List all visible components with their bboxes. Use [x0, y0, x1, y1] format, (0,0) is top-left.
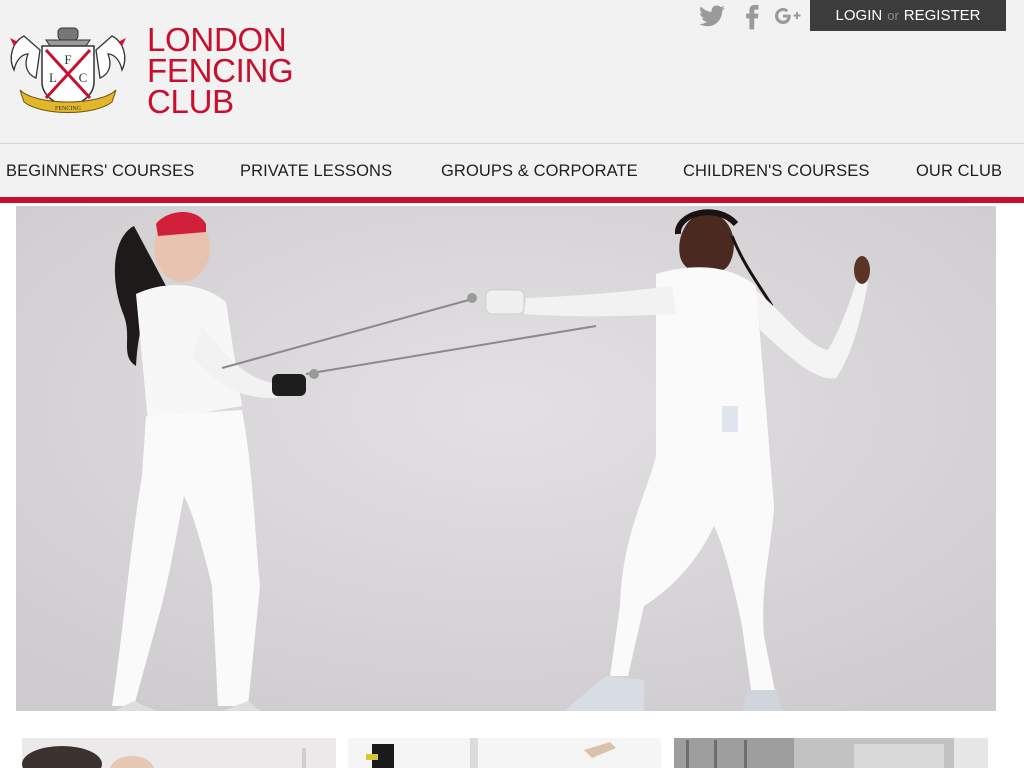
nav-item-private-lessons[interactable]: PRIVATE LESSONS: [240, 162, 392, 181]
nav-item-our-club[interactable]: OUR CLUB: [916, 162, 1002, 181]
crest-ribbon-text: FENCING: [55, 106, 82, 112]
crest-letter-c: C: [79, 70, 88, 85]
nav-item-beginners-courses[interactable]: BEGINNERS' COURSES: [6, 162, 194, 181]
twitter-icon[interactable]: [698, 2, 726, 30]
nav-item-childrens-courses[interactable]: CHILDREN'S COURSES: [683, 162, 869, 181]
main-navigation: BEGINNERS' COURSES PRIVATE LESSONS GROUP…: [0, 144, 1024, 203]
register-link[interactable]: REGISTER: [904, 7, 981, 24]
thumbnail-1[interactable]: [22, 738, 336, 768]
brand-line-2: FENCING: [147, 52, 294, 89]
crest-letter-l: L: [49, 70, 57, 85]
or-separator: or: [887, 8, 899, 23]
brand-line-1: LONDON: [147, 21, 287, 58]
crest-letter-f: F: [64, 52, 71, 67]
crest-logo[interactable]: F L C FENCING: [6, 24, 130, 118]
nav-item-groups-corporate[interactable]: GROUPS & CORPORATE: [441, 162, 638, 181]
facebook-icon[interactable]: [738, 2, 766, 30]
thumbnail-2[interactable]: [348, 738, 661, 768]
brand-line-3: CLUB: [147, 83, 234, 120]
login-link[interactable]: LOGIN: [836, 7, 883, 24]
brand-wordmark[interactable]: LONDON FENCING CLUB: [147, 21, 294, 120]
hero-fencers-photo: [16, 206, 996, 711]
google-plus-icon[interactable]: [774, 2, 802, 30]
thumbnail-3[interactable]: [674, 738, 988, 768]
login-register-button[interactable]: LOGIN or REGISTER: [810, 0, 1006, 31]
site-header: F L C FENCING LONDON FENCING CLUB LOGIN …: [0, 0, 1024, 144]
